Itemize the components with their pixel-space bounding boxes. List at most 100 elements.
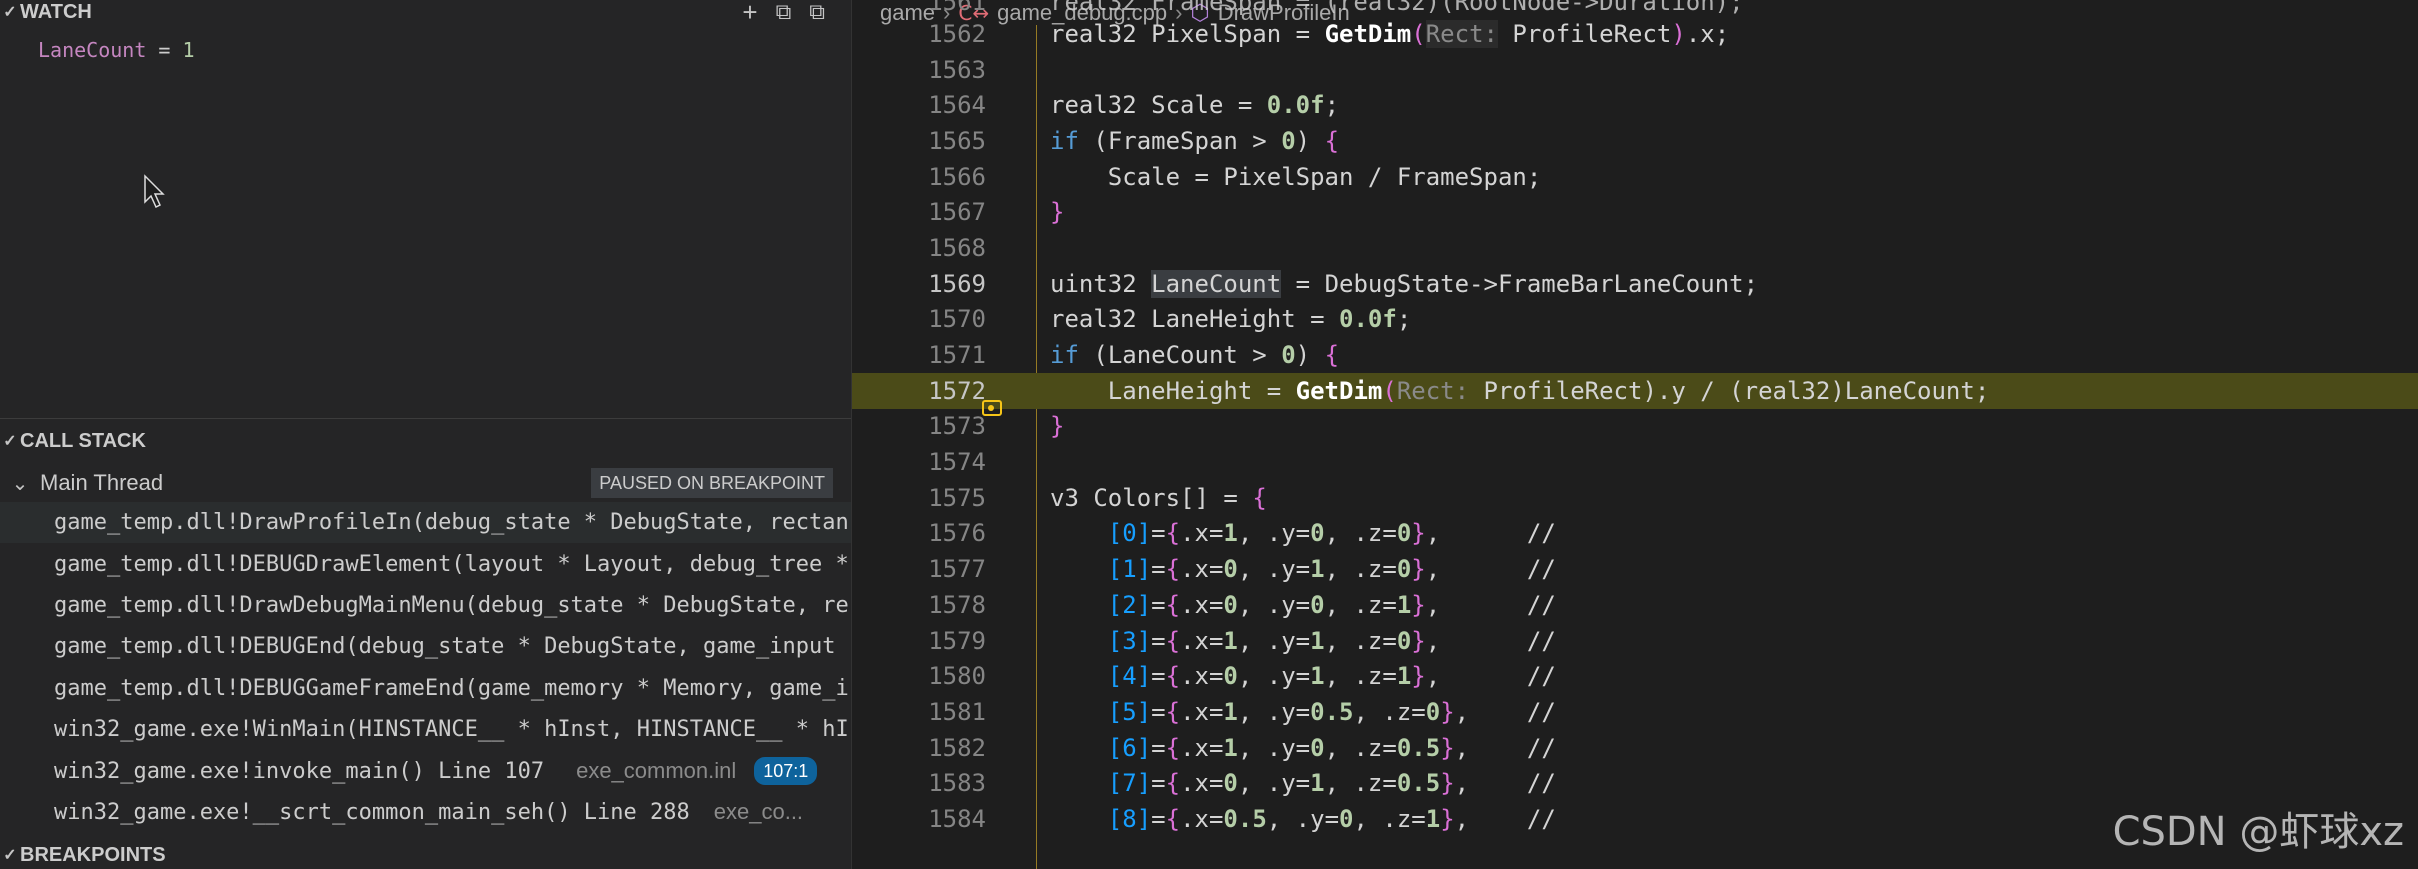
stack-frame[interactable]: win32_game.exe!WinMain(HINSTANCE__ * hIn… — [0, 709, 851, 750]
line-number: 1568 — [928, 233, 986, 262]
stack-frame[interactable]: game_temp.dll!DEBUGGameFrameEnd(game_mem… — [0, 668, 851, 709]
line-number: 1584 — [928, 804, 986, 833]
line-number: 1565 — [928, 126, 986, 155]
code-lines: 1561 real32 FrameSpan = (real32)(RootNod… — [852, 0, 2418, 837]
code-line[interactable]: 1566 Scale = PixelSpan / FrameSpan; — [852, 159, 2418, 195]
line-number: 1566 — [928, 162, 986, 191]
token: // — [1526, 555, 1556, 584]
line-number: 1571 — [928, 341, 986, 370]
stack-frame[interactable]: game_temp.dll!DrawProfileIn(debug_state … — [0, 502, 851, 544]
token: [8] — [1107, 804, 1152, 833]
token: real32 — [1050, 91, 1137, 120]
token: ProfileRect — [1483, 376, 1643, 405]
token: = — [1180, 162, 1224, 191]
line-number: 1575 — [928, 483, 986, 512]
section-divider — [0, 418, 851, 419]
code-line[interactable]: 1569 uint32 LaneCount = DebugState->Fram… — [852, 266, 2418, 302]
code-line[interactable]: 1576 [0]={.x=1, .y=0, .z=0}, // — [852, 516, 2418, 552]
code-line[interactable]: 1574 — [852, 444, 2418, 480]
token: 1 — [1223, 697, 1238, 726]
watch-expression[interactable]: LaneCount = 1 — [38, 38, 195, 62]
code-line[interactable]: 1561 real32 FrameSpan = (real32)(RootNod… — [852, 0, 2418, 16]
code-line[interactable]: 1577 [1]={.x=0, .y=1, .z=0}, // — [852, 551, 2418, 587]
code-line[interactable]: 1568 — [852, 230, 2418, 266]
debug-sidebar: ✓ WATCH + ⧉ ⧉ LaneCount = 1 ✓ CALL STACK… — [0, 0, 852, 869]
code-line[interactable]: 1580 [4]={.x=0, .y=1, .z=1}, // — [852, 658, 2418, 694]
code-line[interactable]: 1570 real32 LaneHeight = 0.0f; — [852, 302, 2418, 338]
current-execution-line[interactable]: 1572 LaneHeight = GetDim(Rect: ProfileRe… — [852, 372, 2418, 416]
status-badge: PAUSED ON BREAKPOINT — [591, 468, 833, 498]
token: PixelSpan — [1151, 19, 1282, 48]
token: 1 — [1310, 662, 1325, 691]
inlay-hint: Rect: — [1396, 376, 1470, 405]
code-line[interactable]: 1583 [7]={.x=0, .y=1, .z=0.5}, // — [852, 765, 2418, 801]
token: } — [1050, 412, 1065, 441]
token: [0] — [1107, 519, 1152, 548]
stack-frame[interactable]: game_temp.dll!DrawDebugMainMenu(debug_st… — [0, 585, 851, 626]
watch-expression-name: LaneCount — [38, 38, 147, 62]
stack-frame-text: game_temp.dll!DEBUGEnd(debug_state * Deb… — [54, 634, 836, 660]
stack-frame[interactable]: game_temp.dll!DEBUGEnd(debug_state * Deb… — [0, 626, 851, 667]
token: if — [1050, 341, 1079, 370]
stack-frame-text: game_temp.dll!DEBUGGameFrameEnd(game_mem… — [54, 675, 849, 701]
token: 1 — [1396, 590, 1412, 619]
code-line[interactable]: 1578 [2]={.x=0, .y=0, .z=1}, // — [852, 587, 2418, 623]
token: 1 — [1396, 662, 1412, 691]
stack-frame-text: win32_game.exe!invoke_main() Line 107 — [54, 758, 545, 784]
token: { — [1252, 483, 1267, 512]
token: = — [1295, 305, 1340, 334]
stack-frame[interactable]: game_temp.dll!DEBUGDrawElement(layout * … — [0, 543, 851, 584]
token: 0.0f — [1339, 305, 1397, 334]
line-number: 1570 — [928, 305, 986, 334]
code-line[interactable]: 1579 [3]={.x=1, .y=1, .z=0}, // — [852, 623, 2418, 659]
code-line[interactable]: 1562 real32 PixelSpan = GetDim(Rect: Pro… — [852, 16, 2418, 52]
stack-frame-text: game_temp.dll!DrawProfileIn(debug_state … — [54, 510, 849, 536]
code-line[interactable]: 1563 — [852, 52, 2418, 88]
collapse-icon[interactable]: ⧉ — [776, 0, 792, 24]
token: .x; — [1685, 19, 1730, 48]
code-line[interactable]: 1564 real32 Scale = 0.0f; — [852, 87, 2418, 123]
breakpoints-section-header[interactable]: ✓ BREAKPOINTS — [0, 843, 851, 867]
token: GetDim — [1295, 376, 1383, 405]
line-number: 1569 — [928, 269, 986, 298]
stack-frame[interactable]: win32_game.exe!invoke_main() Line 107 ex… — [0, 750, 851, 791]
stack-frame-source: exe_common.inl — [576, 758, 737, 784]
code-line[interactable]: 1565 if (FrameSpan > 0) { — [852, 123, 2418, 159]
code-line[interactable]: 1575 v3 Colors[] = { — [852, 480, 2418, 516]
line-number: 1561 — [928, 0, 986, 16]
stack-frame[interactable]: win32_game.exe!__scrt_common_main_seh() … — [0, 792, 851, 833]
token: 0.5 — [1310, 697, 1354, 726]
token: 0.5 — [1396, 769, 1441, 798]
token: [3] — [1107, 626, 1152, 655]
line-number: 1572 — [928, 376, 986, 405]
chevron-down-icon: ✓ — [3, 4, 17, 21]
line-number: 1574 — [928, 448, 986, 477]
token: 0 — [1223, 769, 1238, 798]
add-icon[interactable]: + — [742, 0, 757, 25]
token: 0 — [1396, 555, 1412, 584]
token: { — [1324, 341, 1340, 370]
code-line[interactable]: 1571 if (LaneCount > 0) { — [852, 337, 2418, 373]
token: 1 — [1310, 769, 1325, 798]
token: FrameSpan — [1396, 162, 1527, 191]
token: uint32 — [1050, 269, 1137, 298]
token: / — [1353, 162, 1397, 191]
code-line[interactable]: 1573 } — [852, 409, 2418, 445]
token: 0 — [1339, 804, 1354, 833]
token: DebugState->FrameBarLaneCount; — [1324, 269, 1759, 298]
watch-section-header[interactable]: ✓ WATCH — [0, 0, 851, 24]
code-line[interactable]: 1567 } — [852, 194, 2418, 230]
watch-expression-eq: = — [158, 38, 171, 62]
code-line[interactable]: 1582 [6]={.x=1, .y=0, .z=0.5}, // — [852, 730, 2418, 766]
line-number: 1567 — [928, 198, 986, 227]
code-line[interactable]: 1581 [5]={.x=1, .y=0.5, .z=0}, // — [852, 694, 2418, 730]
token: 0 — [1396, 519, 1412, 548]
inlay-hint: Rect: — [1425, 19, 1498, 48]
callstack-section-header[interactable]: ✓ CALL STACK — [0, 429, 851, 453]
token: real32 — [1050, 305, 1137, 334]
remove-all-icon[interactable]: ⧉ — [809, 0, 825, 24]
